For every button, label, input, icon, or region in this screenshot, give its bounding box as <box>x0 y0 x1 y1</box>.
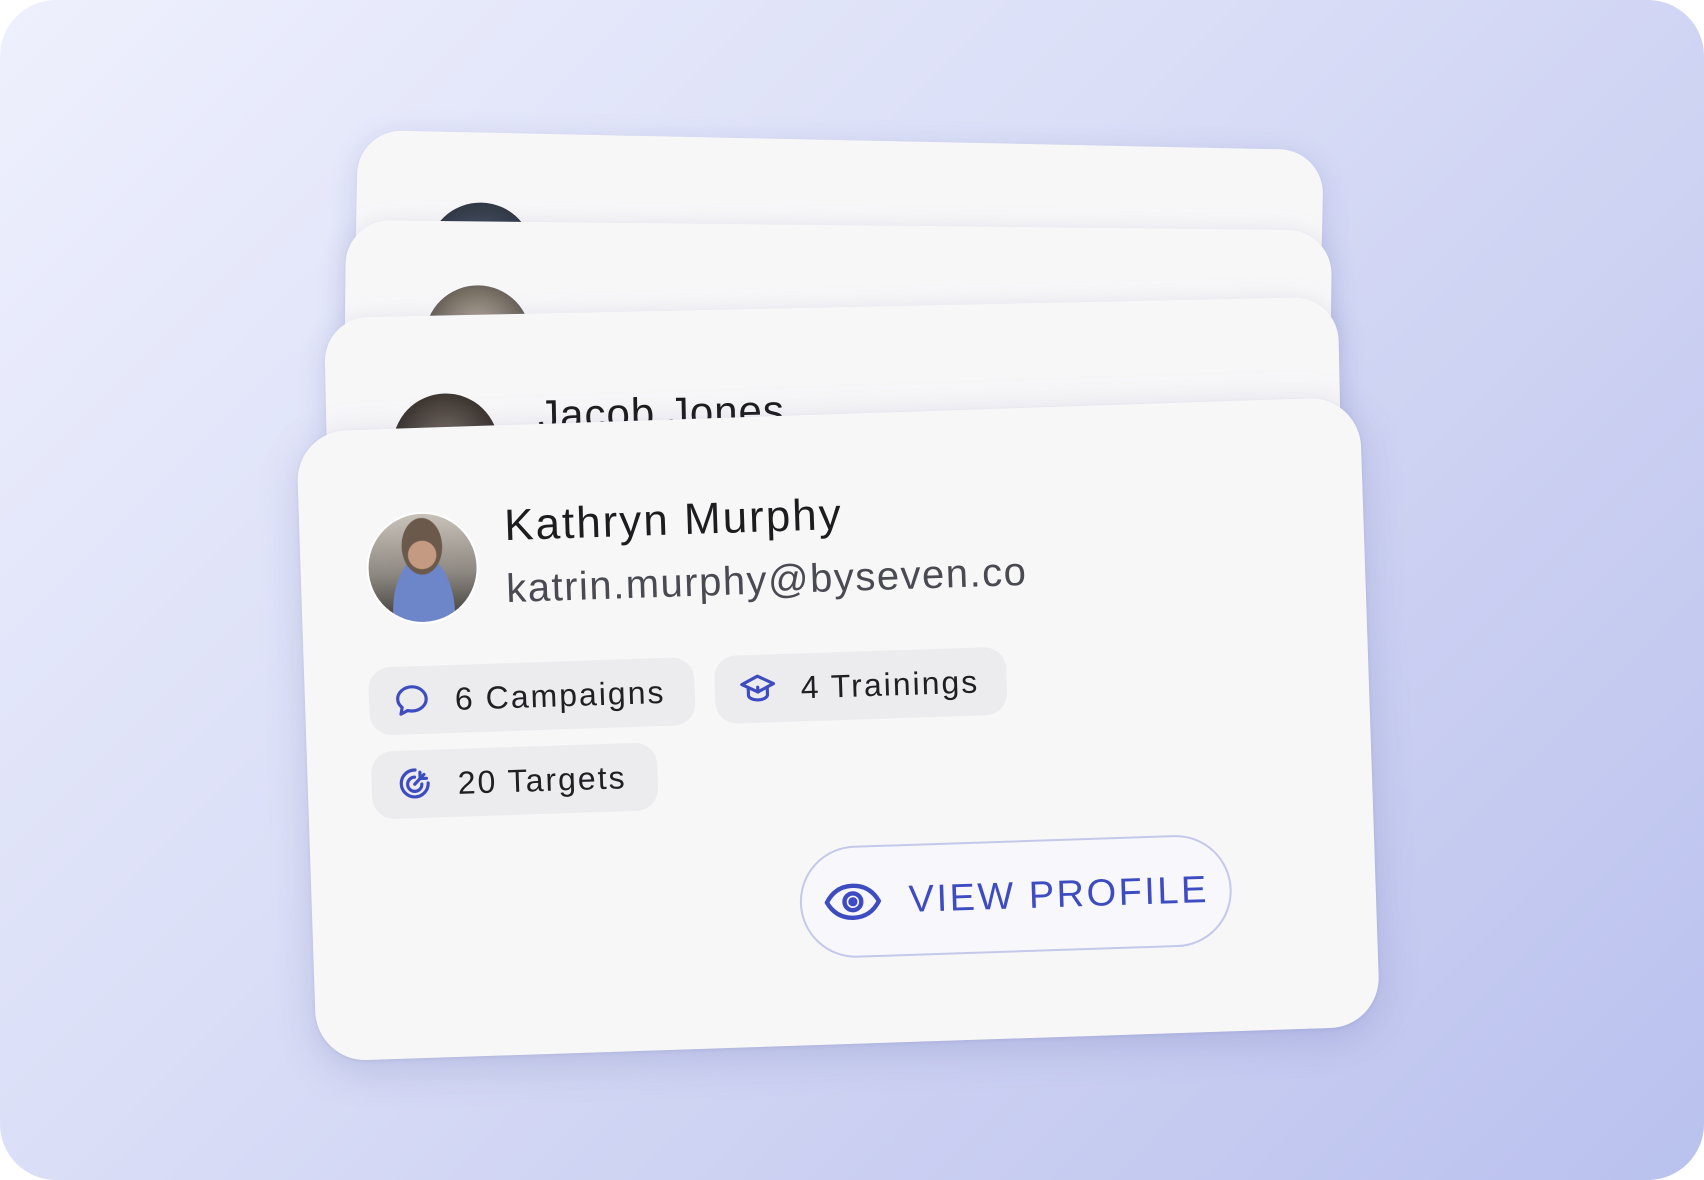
profile-card-stack: Jacob Jones Kathryn Murphy katrin.murphy… <box>0 0 1704 1180</box>
graduation-cap-icon <box>738 669 777 708</box>
avatar <box>364 510 481 626</box>
trainings-chip: 4 Trainings <box>713 646 1008 725</box>
view-profile-button[interactable]: VIEW PROFILE <box>798 833 1234 960</box>
target-icon <box>395 765 434 804</box>
chip-label: 6 Campaigns <box>454 673 666 717</box>
targets-chip: 20 Targets <box>370 742 659 820</box>
profile-email: katrin.murphy@byseven.co <box>505 549 1029 612</box>
chip-label: 20 Targets <box>457 758 628 801</box>
chat-bubble-icon <box>392 681 431 720</box>
eye-icon <box>822 881 883 923</box>
chip-label: 4 Trainings <box>800 662 980 705</box>
background-frame: Jacob Jones Kathryn Murphy katrin.murphy… <box>0 0 1704 1180</box>
profile-name: Kathryn Murphy <box>503 489 844 551</box>
view-profile-label: VIEW PROFILE <box>907 868 1210 921</box>
profile-card: Kathryn Murphy katrin.murphy@byseven.co … <box>296 396 1381 1062</box>
campaigns-chip: 6 Campaigns <box>367 656 696 736</box>
